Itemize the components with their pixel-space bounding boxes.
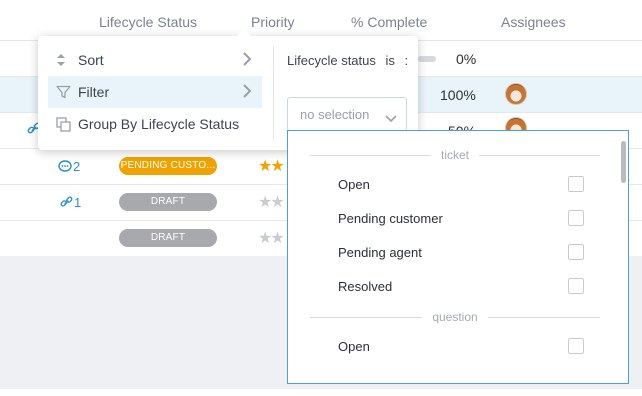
- filter-icon: [56, 85, 78, 99]
- comment-count-label: 2: [73, 159, 81, 174]
- percent-complete-value: 0%: [456, 51, 477, 67]
- menu-item-label: Filter: [78, 84, 110, 100]
- link-count-label: 1: [74, 195, 82, 210]
- option-checkbox[interactable]: [568, 244, 584, 260]
- filter-operator: is: [385, 53, 395, 68]
- column-header-lifecycle-status[interactable]: Lifecycle Status: [99, 14, 197, 30]
- status-badge: DRAFT: [119, 193, 217, 211]
- menu-item-label: Sort: [78, 52, 104, 68]
- chevron-right-icon: [242, 52, 252, 69]
- group-header-ticket: ticket: [310, 148, 601, 162]
- comment-icon: [58, 160, 72, 172]
- filter-separator: :: [404, 53, 409, 68]
- lifecycle-status-options: ticket Open Pending customer Pending age…: [287, 130, 629, 384]
- scrollbar[interactable]: [621, 141, 626, 183]
- option-checkbox[interactable]: [568, 338, 584, 354]
- avatar[interactable]: [505, 83, 527, 105]
- menu-actions: Sort Filter Group By Lifecycle Status: [38, 44, 272, 140]
- column-header-percent-complete[interactable]: % Complete: [351, 14, 427, 30]
- option-label: Pending customer: [338, 210, 443, 226]
- chevron-down-icon: [385, 111, 397, 126]
- option-label: Resolved: [338, 278, 393, 294]
- menu-item-group-by[interactable]: Group By Lifecycle Status: [48, 108, 262, 140]
- group-header-question: question: [310, 310, 600, 324]
- link-icon: [60, 196, 73, 207]
- option-checkbox[interactable]: [568, 176, 584, 192]
- chevron-right-icon: [242, 84, 252, 101]
- option-pending-customer[interactable]: Pending customer: [338, 208, 588, 228]
- menu-item-filter[interactable]: Filter: [48, 76, 262, 108]
- group-label: ticket: [441, 148, 470, 162]
- option-open[interactable]: Open: [338, 174, 588, 194]
- group-label: question: [432, 310, 478, 324]
- progress-bar: [418, 56, 436, 62]
- column-header-priority[interactable]: Priority: [251, 14, 295, 30]
- lifecycle-status-select[interactable]: no selection: [287, 97, 407, 131]
- menu-caret: [236, 29, 252, 37]
- option-pending-agent[interactable]: Pending agent: [338, 242, 588, 262]
- option-label: Pending agent: [338, 244, 422, 260]
- link-count[interactable]: 1: [60, 195, 81, 210]
- group-icon: [56, 116, 78, 132]
- sort-icon: [56, 53, 78, 67]
- comment-count[interactable]: 2: [58, 159, 80, 174]
- select-value: no selection: [300, 106, 370, 122]
- priority-stars[interactable]: ★★: [258, 156, 285, 176]
- option-label: Open: [338, 338, 370, 354]
- menu-item-sort[interactable]: Sort: [48, 44, 262, 76]
- menu-item-label: Group By Lifecycle Status: [78, 116, 240, 132]
- option-checkbox[interactable]: [568, 278, 584, 294]
- status-badge: PENDING CUSTO...: [119, 157, 217, 175]
- percent-complete-value: 100%: [440, 87, 476, 103]
- filter-condition: Lifecycle status is :: [287, 53, 414, 68]
- option-open[interactable]: Open: [338, 336, 588, 356]
- grid-header: Lifecycle Status Priority % Complete Ass…: [0, 0, 642, 41]
- priority-stars[interactable]: ★★: [258, 192, 285, 212]
- menu-divider: [273, 46, 274, 140]
- column-header-assignees[interactable]: Assignees: [501, 14, 566, 30]
- priority-stars[interactable]: ★★: [258, 228, 285, 248]
- option-label: Open: [338, 176, 370, 192]
- option-checkbox[interactable]: [568, 210, 584, 226]
- status-badge: DRAFT: [119, 229, 217, 247]
- option-resolved[interactable]: Resolved: [338, 276, 588, 296]
- filter-field-label: Lifecycle status: [287, 53, 376, 68]
- grid-footer: [0, 389, 642, 396]
